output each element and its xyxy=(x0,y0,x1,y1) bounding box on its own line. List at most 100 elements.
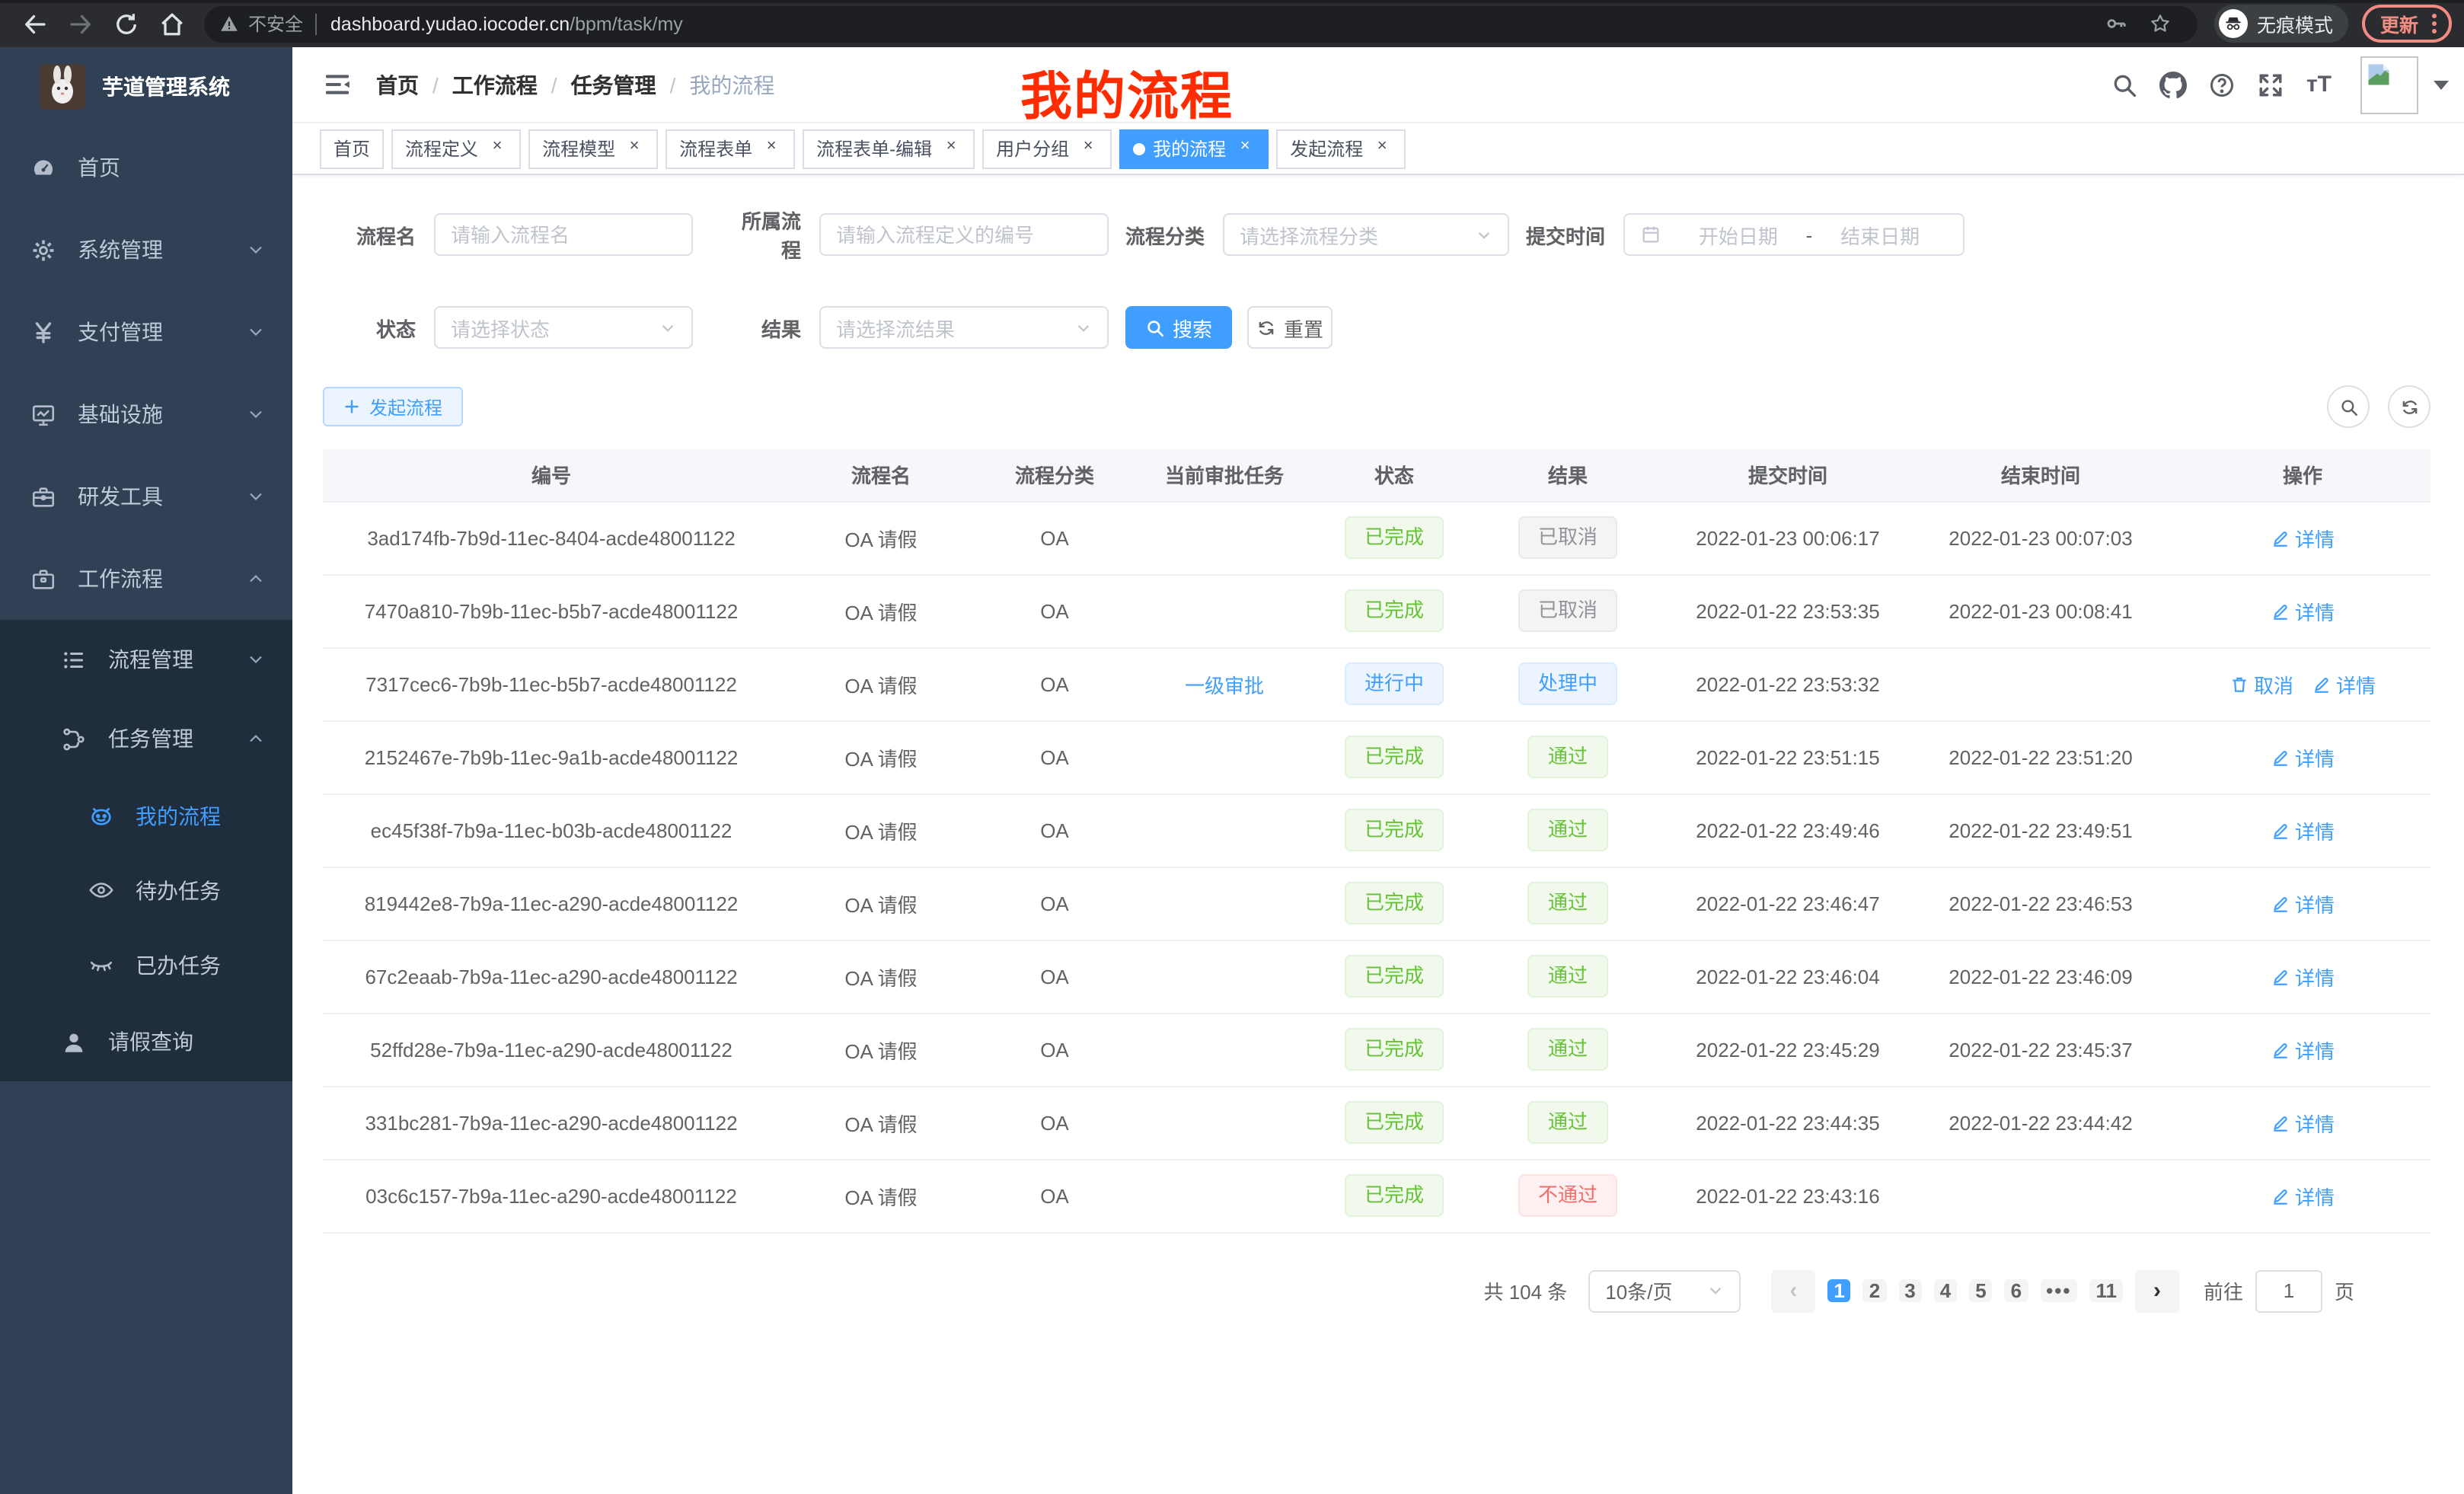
more-pages-icon[interactable]: ••• xyxy=(2040,1279,2077,1301)
page-size-select[interactable]: 10条/页 xyxy=(1588,1269,1741,1312)
end-date-placeholder[interactable]: 结束日期 xyxy=(1812,220,1948,249)
sidebar-item[interactable]: 研发工具 xyxy=(0,455,292,538)
search-icon xyxy=(1145,318,1165,337)
github-icon[interactable] xyxy=(2160,71,2188,98)
close-icon[interactable]: × xyxy=(1078,139,1098,158)
sidebar-item[interactable]: 首页 xyxy=(0,126,292,209)
tab-我的流程[interactable]: 我的流程× xyxy=(1119,129,1269,168)
sidebar-submenu: 流程管理任务管理我的流程待办任务已办任务请假查询 xyxy=(0,620,292,1081)
breadcrumb-item[interactable]: 首页 xyxy=(376,69,419,100)
page-button-1[interactable]: 1 xyxy=(1827,1279,1850,1301)
page-button-4[interactable]: 4 xyxy=(1934,1279,1957,1301)
process-input-field[interactable] xyxy=(836,223,1092,246)
reload-icon[interactable] xyxy=(113,10,140,37)
app-logo-row[interactable]: 芋道管理系统 xyxy=(0,47,292,126)
reset-button[interactable]: 重置 xyxy=(1247,306,1333,349)
back-icon[interactable] xyxy=(21,10,49,37)
edit-icon xyxy=(2271,601,2290,621)
sidebar-item[interactable]: 已办任务 xyxy=(0,927,292,1002)
sidebar-item[interactable]: 基础设施 xyxy=(0,373,292,455)
tab-首页[interactable]: 首页 xyxy=(320,129,384,168)
security-label[interactable]: 不安全 xyxy=(248,11,303,37)
font-size-icon[interactable]: ᴛT xyxy=(2306,72,2332,97)
sidebar-item[interactable]: 请假查询 xyxy=(0,1002,292,1081)
fullscreen-icon[interactable] xyxy=(2258,71,2285,98)
home-icon[interactable] xyxy=(158,10,186,37)
page-button-2[interactable]: 2 xyxy=(1863,1279,1886,1301)
action-详情[interactable]: 详情 xyxy=(2271,1108,2335,1137)
tab-流程定义[interactable]: 流程定义× xyxy=(391,129,521,168)
key-icon[interactable] xyxy=(2105,12,2127,35)
cell-actions: 详情 xyxy=(2175,501,2430,574)
jump-page-input[interactable]: 1 xyxy=(2255,1269,2322,1312)
task-link[interactable]: 一级审批 xyxy=(1185,674,1264,697)
sidebar-item[interactable]: 系统管理 xyxy=(0,209,292,291)
status-badge: 已完成 xyxy=(1345,882,1444,924)
close-icon[interactable]: × xyxy=(941,139,961,158)
refresh-table-button[interactable] xyxy=(2388,385,2430,428)
action-详情[interactable]: 详情 xyxy=(2271,742,2335,771)
name-input-field[interactable] xyxy=(451,223,676,246)
show-search-button[interactable] xyxy=(2327,385,2370,428)
sidebar-item[interactable]: 我的流程 xyxy=(0,778,292,853)
action-详情[interactable]: 详情 xyxy=(2271,1181,2335,1210)
update-button[interactable]: 更新 xyxy=(2362,5,2452,43)
start-date-placeholder[interactable]: 开始日期 xyxy=(1671,220,1806,249)
action-详情[interactable]: 详情 xyxy=(2271,962,2335,991)
sidebar-item[interactable]: 待办任务 xyxy=(0,853,292,927)
browser-menu-icon[interactable] xyxy=(2429,11,2440,37)
forward-icon[interactable] xyxy=(67,10,94,37)
tab-流程模型[interactable]: 流程模型× xyxy=(528,129,658,168)
breadcrumb-item[interactable]: 工作流程 xyxy=(452,69,538,100)
action-详情[interactable]: 详情 xyxy=(2271,523,2335,552)
close-icon[interactable]: × xyxy=(761,139,781,158)
cell-category: OA xyxy=(982,1159,1127,1232)
tab-流程表单[interactable]: 流程表单× xyxy=(665,129,795,168)
sidebar-item[interactable]: 流程管理 xyxy=(0,620,292,699)
sidebar-menu: 首页系统管理支付管理基础设施研发工具工作流程 xyxy=(0,126,292,620)
help-icon[interactable] xyxy=(2209,71,2236,98)
url-text[interactable]: dashboard.yudao.iocoder.cn/bpm/task/my xyxy=(330,13,2094,34)
bookmark-star-icon[interactable] xyxy=(2149,12,2172,35)
url-bar[interactable]: 不安全 dashboard.yudao.iocoder.cn/bpm/task/… xyxy=(204,5,2197,42)
close-icon[interactable]: × xyxy=(487,139,507,158)
category-select[interactable]: 请选择流程分类 xyxy=(1223,213,1509,256)
sidebar-item[interactable]: 工作流程 xyxy=(0,538,292,620)
page-button-5[interactable]: 5 xyxy=(1969,1279,1992,1301)
prev-page-button[interactable]: ‹ xyxy=(1771,1269,1815,1312)
sidebar-item[interactable]: 任务管理 xyxy=(0,699,292,778)
close-icon[interactable]: × xyxy=(624,139,644,158)
page-button-11[interactable]: 11 xyxy=(2089,1279,2123,1301)
search-icon[interactable] xyxy=(2111,71,2139,98)
sidebar-item[interactable]: 支付管理 xyxy=(0,291,292,373)
breadcrumb-item[interactable]: 任务管理 xyxy=(571,69,656,100)
tab-用户分组[interactable]: 用户分组× xyxy=(982,129,1112,168)
avatar[interactable] xyxy=(2360,56,2418,113)
action-详情[interactable]: 详情 xyxy=(2271,889,2335,918)
sidebar-collapse-icon[interactable] xyxy=(323,70,352,99)
date-range-input[interactable]: 开始日期 - 结束日期 xyxy=(1623,213,1964,256)
process-input[interactable] xyxy=(819,213,1109,256)
tab-发起流程[interactable]: 发起流程× xyxy=(1276,129,1406,168)
tab-流程表单-编辑[interactable]: 流程表单-编辑× xyxy=(803,129,975,168)
toolbox-icon xyxy=(30,484,56,509)
action-详情[interactable]: 详情 xyxy=(2271,596,2335,625)
action-取消[interactable]: 取消 xyxy=(2229,669,2293,698)
status-select[interactable]: 请选择状态 xyxy=(434,306,693,349)
search-button[interactable]: 搜索 xyxy=(1125,306,1232,349)
page-button-6[interactable]: 6 xyxy=(2005,1279,2028,1301)
close-icon[interactable]: × xyxy=(1372,139,1392,158)
result-select[interactable]: 请选择流结果 xyxy=(819,306,1109,349)
avatar-dropdown-icon[interactable] xyxy=(2434,80,2449,89)
close-icon[interactable]: × xyxy=(1235,139,1255,158)
name-input[interactable] xyxy=(434,213,693,256)
action-详情[interactable]: 详情 xyxy=(2271,816,2335,844)
create-process-button[interactable]: 发起流程 xyxy=(323,387,463,426)
cell-status: 进行中 xyxy=(1322,647,1467,720)
cell-result: 已取消 xyxy=(1467,574,1669,647)
action-详情[interactable]: 详情 xyxy=(2312,669,2376,698)
cell-name: OA 请假 xyxy=(780,793,982,867)
page-button-3[interactable]: 3 xyxy=(1898,1279,1921,1301)
action-详情[interactable]: 详情 xyxy=(2271,1035,2335,1064)
next-page-button[interactable]: › xyxy=(2135,1269,2179,1312)
